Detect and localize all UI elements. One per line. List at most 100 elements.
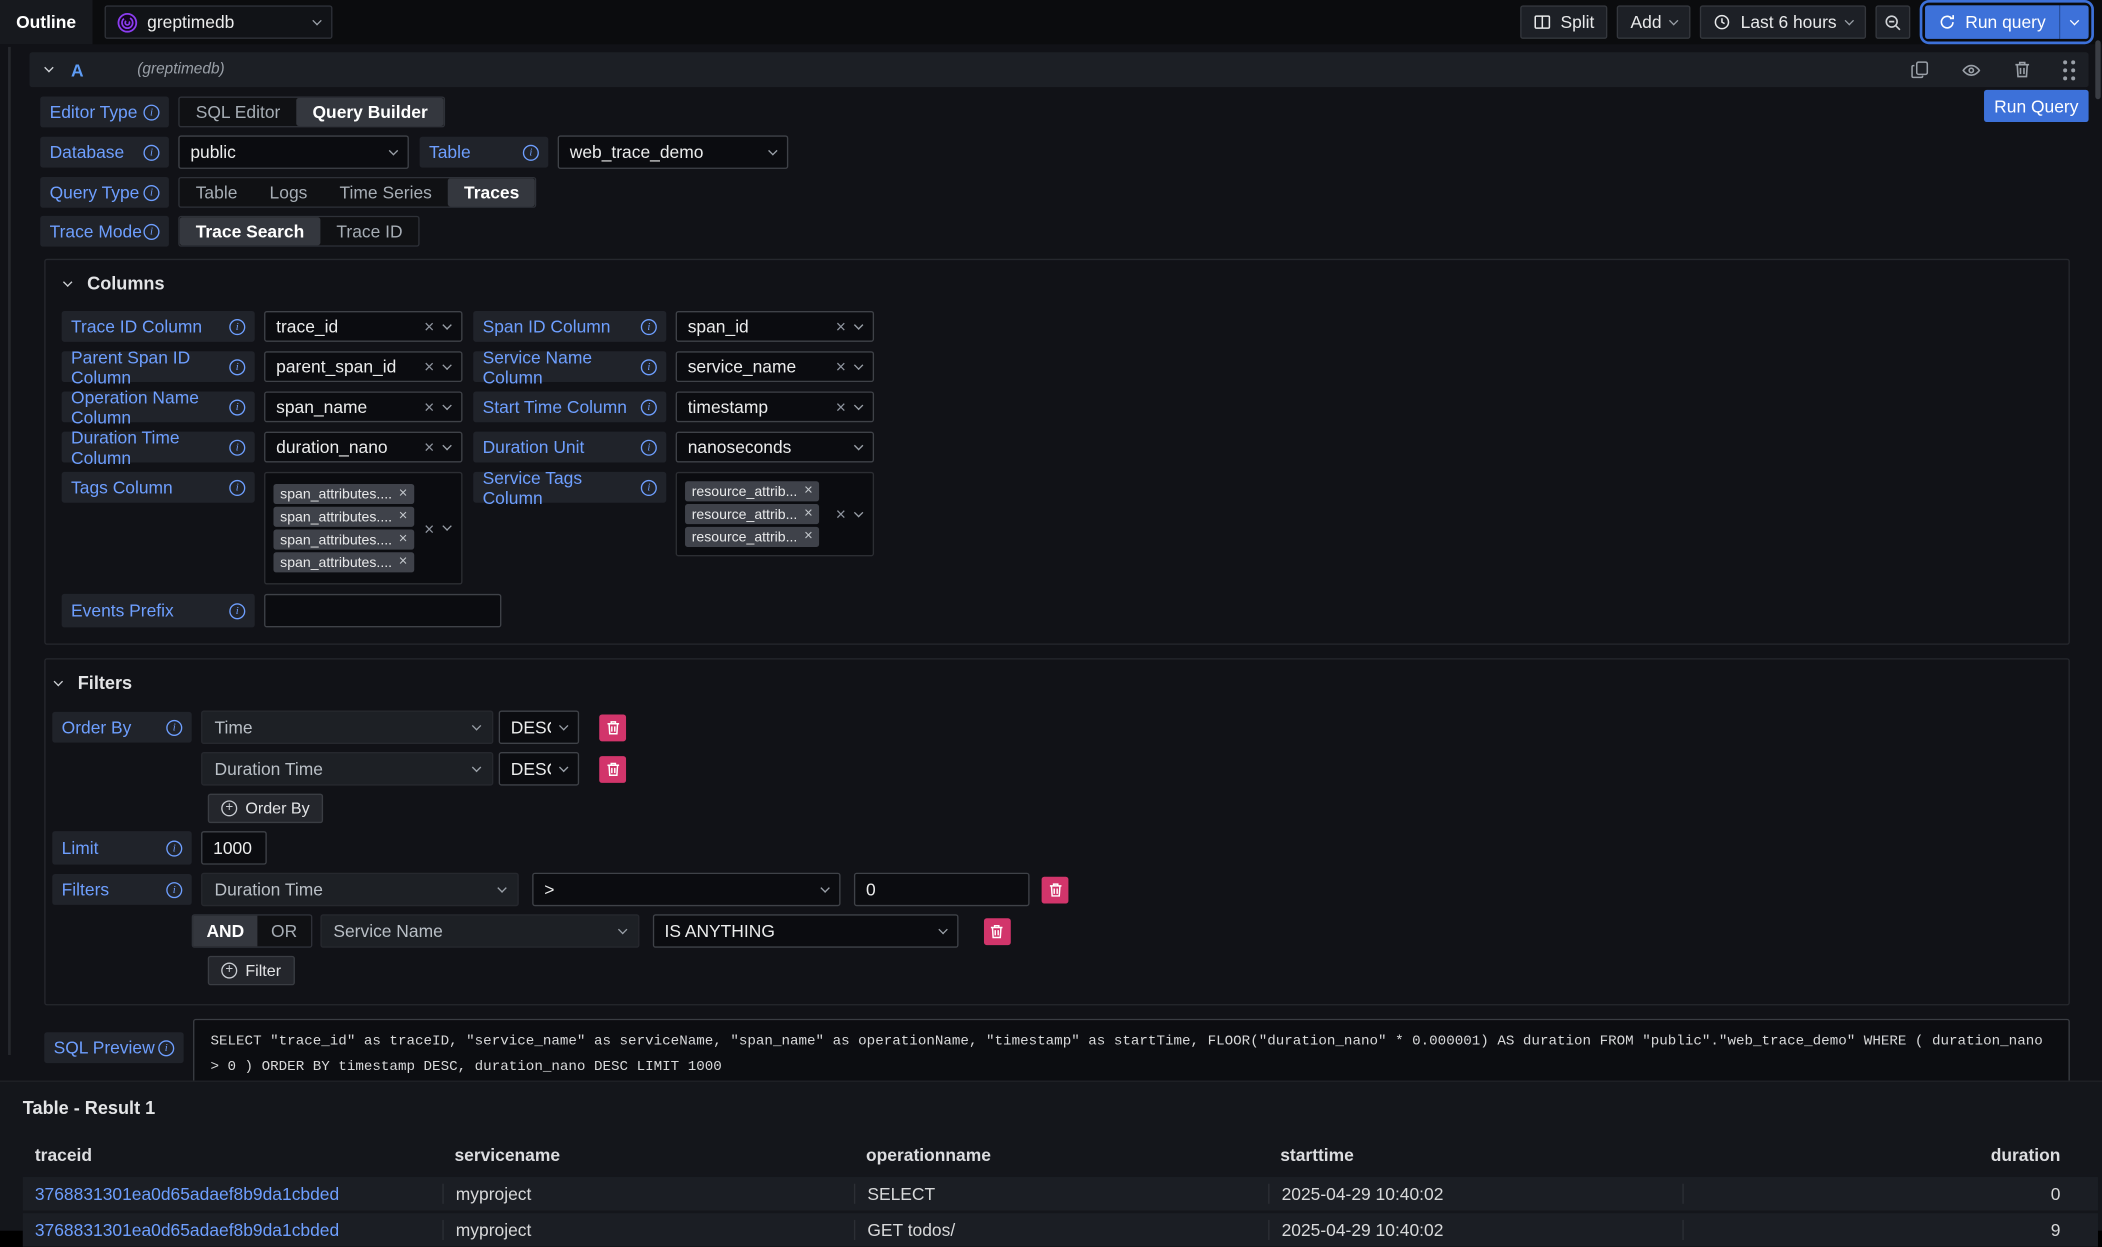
column-header-operationname[interactable]: operationname xyxy=(854,1145,1268,1165)
info-icon[interactable] xyxy=(166,840,182,856)
info-icon[interactable] xyxy=(143,184,159,200)
chevron-down-icon[interactable] xyxy=(442,400,451,409)
clear-icon[interactable] xyxy=(424,398,434,415)
drag-handle-icon[interactable] xyxy=(2063,60,2075,80)
span-id-column-select[interactable]: span_id xyxy=(676,311,874,342)
info-icon[interactable] xyxy=(641,439,657,455)
chevron-down-icon[interactable] xyxy=(442,440,451,449)
remove-chip-icon[interactable] xyxy=(804,530,813,545)
info-icon[interactable] xyxy=(229,603,245,619)
outline-toggle[interactable]: Outline xyxy=(0,0,92,44)
filter-operator-select[interactable]: > xyxy=(532,873,840,907)
tags-column-multiselect[interactable]: span_attributes.... span_attributes.... … xyxy=(264,472,462,585)
info-icon[interactable] xyxy=(229,479,245,495)
column-header-starttime[interactable]: starttime xyxy=(1268,1145,1682,1165)
remove-chip-icon[interactable] xyxy=(804,484,813,499)
info-icon[interactable] xyxy=(143,104,159,120)
split-button[interactable]: Split xyxy=(1520,5,1608,39)
filter-field-select[interactable]: Service Name xyxy=(320,914,639,948)
start-time-column-select[interactable]: timestamp xyxy=(676,391,874,422)
option-traces[interactable]: Traces xyxy=(448,178,535,206)
option-sql-editor[interactable]: SQL Editor xyxy=(180,98,297,126)
add-button[interactable]: Add xyxy=(1617,5,1691,39)
column-header-servicename[interactable]: servicename xyxy=(442,1145,854,1165)
clear-icon[interactable] xyxy=(424,318,434,335)
table-select[interactable]: web_trace_demo xyxy=(558,135,789,169)
info-icon[interactable] xyxy=(523,144,539,160)
duration-time-column-select[interactable]: duration_nano xyxy=(264,432,462,463)
info-icon[interactable] xyxy=(229,399,245,415)
chevron-down-icon[interactable] xyxy=(618,924,627,933)
parent-span-id-column-select[interactable]: parent_span_id xyxy=(264,351,462,382)
events-prefix-input[interactable] xyxy=(264,594,501,628)
chevron-down-icon[interactable] xyxy=(442,320,451,329)
duplicate-query-icon[interactable] xyxy=(1910,60,1929,79)
trace-id-link[interactable]: 3768831301ea0d65adaef8b9da1cbded xyxy=(35,1184,339,1204)
remove-chip-icon[interactable] xyxy=(399,509,408,524)
order-by-field-select[interactable]: Duration Time xyxy=(201,752,493,786)
columns-section-header[interactable]: Columns xyxy=(64,273,2049,293)
option-trace-id[interactable]: Trace ID xyxy=(320,217,418,245)
option-trace-search[interactable]: Trace Search xyxy=(180,217,321,245)
option-logs[interactable]: Logs xyxy=(253,178,323,206)
info-icon[interactable] xyxy=(143,223,159,239)
operation-name-column-select[interactable]: span_name xyxy=(264,391,462,422)
chevron-down-icon[interactable] xyxy=(497,883,506,892)
chevron-down-icon[interactable] xyxy=(472,721,481,730)
disable-query-eye-icon[interactable] xyxy=(1961,60,1981,80)
info-icon[interactable] xyxy=(166,719,182,735)
option-table[interactable]: Table xyxy=(180,178,254,206)
info-icon[interactable] xyxy=(641,318,657,334)
chevron-down-icon[interactable] xyxy=(938,924,947,933)
remove-chip-icon[interactable] xyxy=(399,532,408,547)
info-icon[interactable] xyxy=(143,144,159,160)
remove-filter-button[interactable] xyxy=(984,918,1011,945)
service-tags-column-multiselect[interactable]: resource_attrib... resource_attrib... re… xyxy=(676,472,874,556)
service-name-column-select[interactable]: service_name xyxy=(676,351,874,382)
time-range-picker[interactable]: Last 6 hours xyxy=(1700,5,1866,39)
run-query-options-button[interactable] xyxy=(2059,5,2088,39)
info-icon[interactable] xyxy=(641,479,657,495)
filter-value-input[interactable] xyxy=(854,873,1030,907)
editor-run-query-button[interactable]: Run Query xyxy=(1984,90,2089,122)
remove-chip-icon[interactable] xyxy=(399,487,408,502)
database-select[interactable]: public xyxy=(178,135,409,169)
column-header-duration[interactable]: duration xyxy=(1682,1145,2098,1165)
option-time-series[interactable]: Time Series xyxy=(323,178,448,206)
add-filter-button[interactable]: Filter xyxy=(208,956,295,985)
info-icon[interactable] xyxy=(166,881,182,897)
clear-icon[interactable] xyxy=(424,438,434,455)
column-header-traceid[interactable]: traceid xyxy=(23,1145,443,1165)
collapse-row-icon[interactable] xyxy=(44,63,53,72)
scrollbar-thumb[interactable] xyxy=(2095,40,2100,99)
clear-icon[interactable] xyxy=(836,358,846,375)
clear-icon[interactable] xyxy=(424,358,434,375)
order-by-direction-select[interactable]: DESC xyxy=(499,752,579,786)
filter-field-select[interactable]: Duration Time xyxy=(201,873,519,907)
chevron-down-icon[interactable] xyxy=(854,440,863,449)
chevron-down-icon[interactable] xyxy=(854,360,863,369)
info-icon[interactable] xyxy=(229,359,245,375)
option-or[interactable]: OR xyxy=(258,916,311,947)
remove-order-by-button[interactable] xyxy=(599,755,626,782)
filter-operator-select[interactable]: IS ANYTHING xyxy=(652,914,958,948)
remove-order-by-button[interactable] xyxy=(599,714,626,741)
info-icon[interactable] xyxy=(641,359,657,375)
info-icon[interactable] xyxy=(229,439,245,455)
trace-id-column-select[interactable]: trace_id xyxy=(264,311,462,342)
chevron-down-icon[interactable] xyxy=(472,762,481,771)
clear-all-icon[interactable] xyxy=(836,505,846,522)
remove-chip-icon[interactable] xyxy=(399,555,408,570)
chevron-down-icon[interactable] xyxy=(389,145,398,154)
info-icon[interactable] xyxy=(641,399,657,415)
chevron-down-icon[interactable] xyxy=(854,400,863,409)
chevron-down-icon[interactable] xyxy=(854,507,863,516)
limit-input[interactable] xyxy=(201,831,267,865)
datasource-picker[interactable]: greptimedb xyxy=(104,5,332,39)
clear-icon[interactable] xyxy=(836,398,846,415)
option-query-builder[interactable]: Query Builder xyxy=(296,98,443,126)
delete-query-icon[interactable] xyxy=(2014,60,2031,79)
order-by-field-select[interactable]: Time xyxy=(201,710,493,744)
remove-filter-button[interactable] xyxy=(1042,876,1069,903)
info-icon[interactable] xyxy=(158,1040,174,1056)
